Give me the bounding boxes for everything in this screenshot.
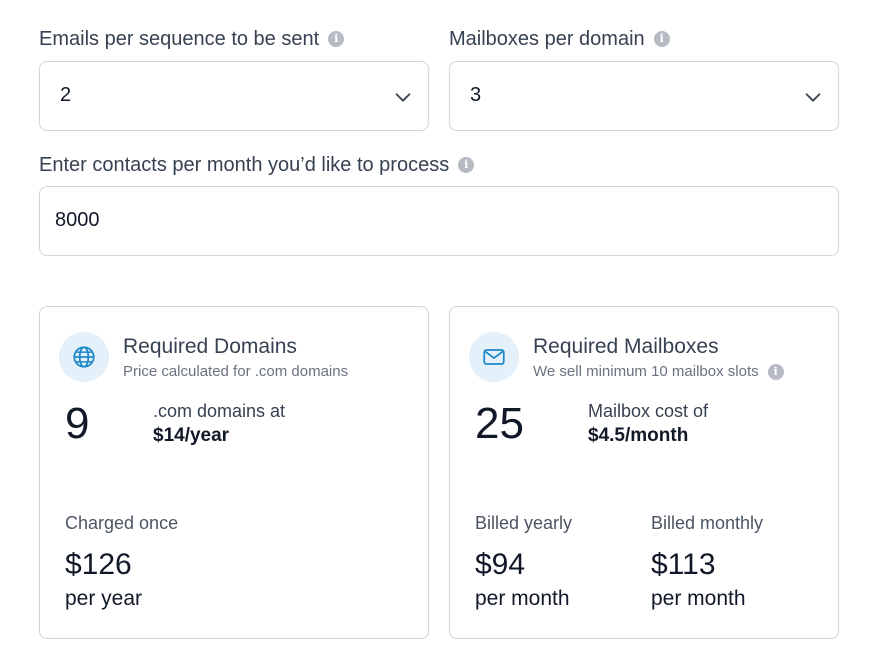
- mail-icon: [483, 349, 505, 365]
- billed-yearly-amount: $94: [475, 548, 526, 581]
- charged-once-period: per year: [65, 587, 143, 610]
- required-mailboxes-count: 25: [475, 399, 524, 448]
- domain-cost-label: .com domains at: [153, 401, 286, 421]
- required-mailboxes-subtitle: We sell minimum 10 mailbox slots i: [533, 363, 784, 380]
- charged-once-label: Charged once: [65, 513, 179, 533]
- mailboxes-per-domain-label: Mailboxes per domain i: [449, 25, 670, 53]
- mail-icon-badge: [469, 332, 519, 382]
- domain-cost-value: $14/year: [153, 425, 230, 446]
- billed-monthly-amount: $113: [651, 548, 716, 581]
- contacts-per-month-label-text: Enter contacts per month you’d like to p…: [39, 153, 450, 176]
- contacts-per-month-input[interactable]: 8000: [39, 186, 839, 256]
- required-mailboxes-title: Required Mailboxes: [533, 335, 719, 358]
- info-icon[interactable]: i: [767, 363, 784, 380]
- required-mailboxes-subtitle-text: We sell minimum 10 mailbox slots: [533, 363, 759, 380]
- chevron-down-icon: [805, 93, 821, 102]
- globe-icon-badge: [59, 332, 109, 382]
- info-icon[interactable]: i: [458, 157, 475, 173]
- emails-per-sequence-select[interactable]: 2: [39, 61, 429, 131]
- required-mailboxes-card: Required Mailboxes We sell minimum 10 ma…: [449, 306, 839, 639]
- emails-per-sequence-value: 2: [60, 84, 72, 106]
- mailbox-cost-label: Mailbox cost of: [588, 401, 709, 421]
- emails-per-sequence-label: Emails per sequence to be sent i: [39, 25, 345, 53]
- required-domains-count: 9: [65, 399, 90, 448]
- charged-once-amount: $126: [65, 548, 132, 581]
- required-domains-card: Required Domains Price calculated for .c…: [39, 306, 429, 639]
- contacts-per-month-value: 8000: [55, 209, 100, 231]
- required-domains-title: Required Domains: [123, 335, 297, 358]
- globe-icon: [73, 346, 95, 368]
- billed-yearly-period: per month: [475, 587, 570, 610]
- contacts-per-month-label: Enter contacts per month you’d like to p…: [39, 151, 475, 179]
- billed-monthly-label: Billed monthly: [651, 513, 764, 533]
- mailboxes-per-domain-value: 3: [470, 84, 482, 106]
- required-domains-subtitle-text: Price calculated for .com domains: [123, 363, 349, 380]
- required-domains-subtitle: Price calculated for .com domains: [123, 363, 348, 380]
- info-icon[interactable]: i: [653, 31, 670, 47]
- mailboxes-per-domain-label-text: Mailboxes per domain: [449, 27, 645, 50]
- mailboxes-per-domain-select[interactable]: 3: [449, 61, 839, 131]
- billed-yearly-label: Billed yearly: [475, 513, 573, 533]
- billed-monthly-period: per month: [651, 587, 746, 610]
- emails-per-sequence-label-text: Emails per sequence to be sent: [39, 27, 320, 50]
- info-icon[interactable]: i: [328, 31, 345, 47]
- mailbox-cost-value: $4.5/month: [588, 425, 689, 446]
- chevron-down-icon: [395, 93, 411, 102]
- pricing-calculator: Emails per sequence to be sent i 2 Mailb…: [0, 0, 875, 669]
